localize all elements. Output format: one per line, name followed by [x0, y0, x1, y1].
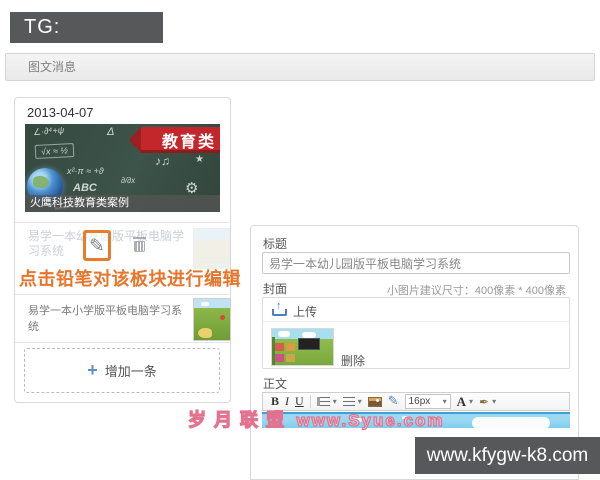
site-watermark: 岁月联盟 www.Syue.com [187, 406, 445, 432]
chevron-down-icon[interactable]: ▾ [358, 397, 362, 406]
chevron-down-icon[interactable]: ▾ [333, 397, 337, 406]
add-item-label: 增加一条 [104, 364, 157, 379]
chalk-flask-icon: Δ [107, 126, 115, 138]
cover-size-hint: 小图片建议尺寸：400像素 * 400像素 [386, 285, 566, 297]
delete-cover-link[interactable]: 删除 [341, 352, 365, 369]
article-card: 2013-04-07 ∠·∂⁴+ψ Δ √x ≈ ½ x²·π ≈ +ϑ ∂/∂… [14, 97, 241, 403]
item-thumbnail [193, 298, 231, 341]
chevron-down-icon: ▾ [442, 397, 447, 406]
divider [15, 222, 230, 223]
upload-label: 上传 [293, 305, 318, 319]
chevron-down-icon[interactable]: ▾ [492, 397, 496, 406]
chalk-doodle: √x ≈ ½ [34, 142, 75, 160]
chalk-abc: ABC [73, 182, 97, 194]
chalk-doodle: ∠·∂⁴+ψ [32, 124, 65, 138]
edit-pencil-button[interactable]: ✎ [83, 230, 111, 261]
insert-image-button[interactable] [367, 396, 382, 407]
section-header: 图文消息 [5, 53, 595, 81]
body-label: 正文 [263, 377, 288, 391]
star-icon: ★ [195, 154, 204, 165]
category-ribbon-label: 教育类 [161, 134, 216, 151]
tutorial-annotation: 点击铅笔对该板块进行编辑 [19, 269, 241, 289]
divider [15, 342, 230, 343]
article-date: 2013-04-07 [27, 105, 94, 120]
telegram-tag-badge: TG: MYYJJPP [10, 12, 163, 69]
chevron-down-icon[interactable]: ▾ [469, 397, 473, 406]
cover-thumbnail [271, 328, 334, 366]
content-image-cloud [472, 417, 550, 428]
site-url-badge: www.kfygw-k8.com [415, 437, 600, 474]
divider [15, 294, 230, 295]
section-title: 图文消息 [28, 60, 77, 74]
item-thumbnail-faded [193, 228, 230, 269]
watermark-url: www.Syue.com [296, 410, 445, 430]
upload-button[interactable]: ↑ 上传 [263, 298, 569, 322]
add-item-button[interactable]: + 增加一条 [24, 348, 220, 393]
cover-label: 封面 [263, 282, 288, 296]
upload-icon: ↑ [272, 301, 287, 316]
plus-icon: + [87, 360, 98, 380]
article-cover-image[interactable]: ∠·∂⁴+ψ Δ √x ≈ ½ x²·π ≈ +ϑ ∂/∂x ABC ♪♫ ★ … [25, 124, 220, 212]
title-label: 标题 [263, 237, 288, 251]
cover-caption: 火鹰科技教育类案例 [25, 195, 220, 212]
ordered-list-button[interactable] [316, 397, 330, 406]
chalk-doodle: x²·π ≈ +ϑ [67, 166, 104, 176]
title-input[interactable] [262, 252, 570, 274]
pencil-icon: ✎ [89, 234, 105, 257]
highlight-color-button[interactable]: ✒ [479, 395, 489, 409]
category-ribbon: 教育类 [129, 127, 220, 153]
trash-icon [133, 237, 146, 239]
chalk-doodle: ∂/∂x [121, 176, 136, 185]
watermark-text: 岁月联盟 [187, 409, 292, 430]
delete-item-button[interactable] [133, 237, 146, 253]
list-item-title[interactable]: 易学一本小学版平板电脑学习系统 [28, 302, 190, 334]
font-color-button[interactable]: A [457, 393, 466, 410]
music-notes-icon: ♪♫ [155, 154, 170, 168]
bullet-list-button[interactable] [342, 397, 355, 406]
cover-upload-box: ↑ 上传 删除 [262, 297, 570, 369]
